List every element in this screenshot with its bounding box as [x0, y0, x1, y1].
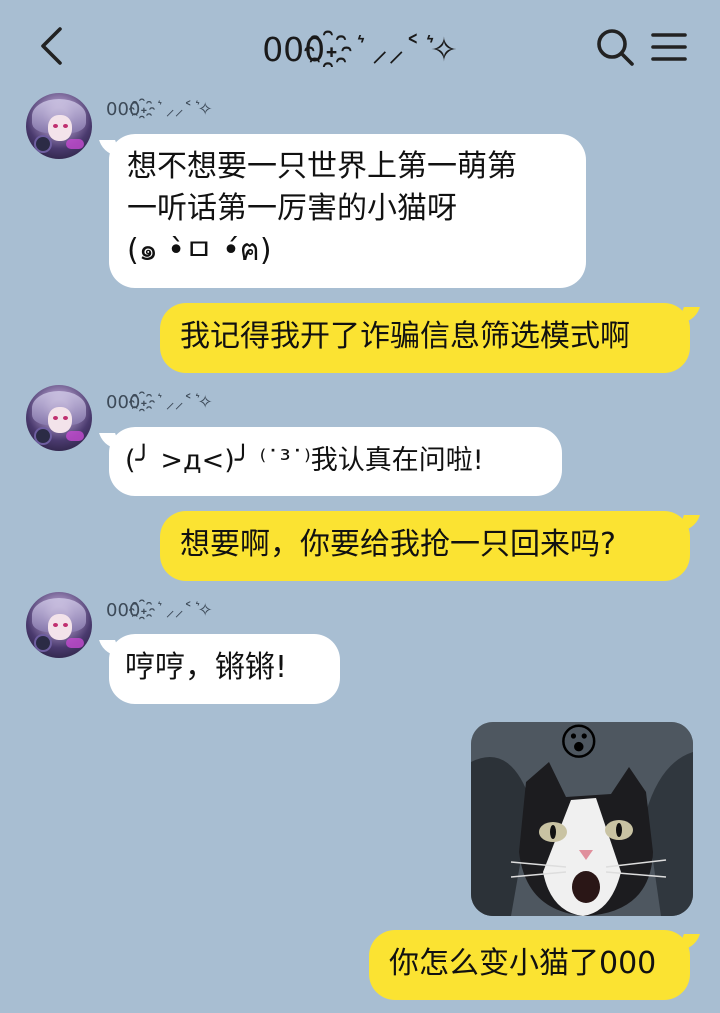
search-button[interactable] — [590, 22, 640, 72]
message-bubble-mine[interactable]: 我记得我开了诈骗信息筛选模式啊 — [160, 303, 690, 373]
message-bubble[interactable]: 哼哼，锵锵! — [109, 634, 340, 704]
sender-name: 000˖҈ ͛ ⸝⸝˂ ͛✧ — [106, 600, 213, 621]
avatar[interactable] — [26, 93, 92, 159]
avatar[interactable] — [26, 385, 92, 451]
message-bubble-mine[interactable]: 想要啊，你要给我抢一只回来吗? — [160, 511, 690, 581]
message-bubble[interactable]: 想不想要一只世界上第一萌第 一听话第一厉害的小猫呀 (๑ •̀ㅁ •́ฅ) — [109, 134, 586, 288]
message-bubble-mine[interactable]: 你怎么变小猫了000 — [369, 930, 690, 1000]
search-icon — [597, 29, 634, 66]
avatar[interactable] — [26, 592, 92, 658]
menu-button[interactable] — [646, 22, 692, 72]
surprised-emoji: 😮 — [559, 722, 599, 764]
message-bubble[interactable]: (╯ >д<)╯ ⁽˙³˙⁾我认真在问啦! — [109, 427, 562, 496]
chat-header: 000˖҈ ͛ ⸝⸝˂ ͛✧ — [0, 0, 720, 92]
sender-name: 000˖҈ ͛ ⸝⸝˂ ͛✧ — [106, 392, 213, 413]
sender-name: 000˖҈ ͛ ⸝⸝˂ ͛✧ — [106, 99, 213, 120]
hamburger-menu-icon — [651, 33, 687, 61]
cat-sticker-image[interactable]: 😮 — [471, 722, 693, 916]
